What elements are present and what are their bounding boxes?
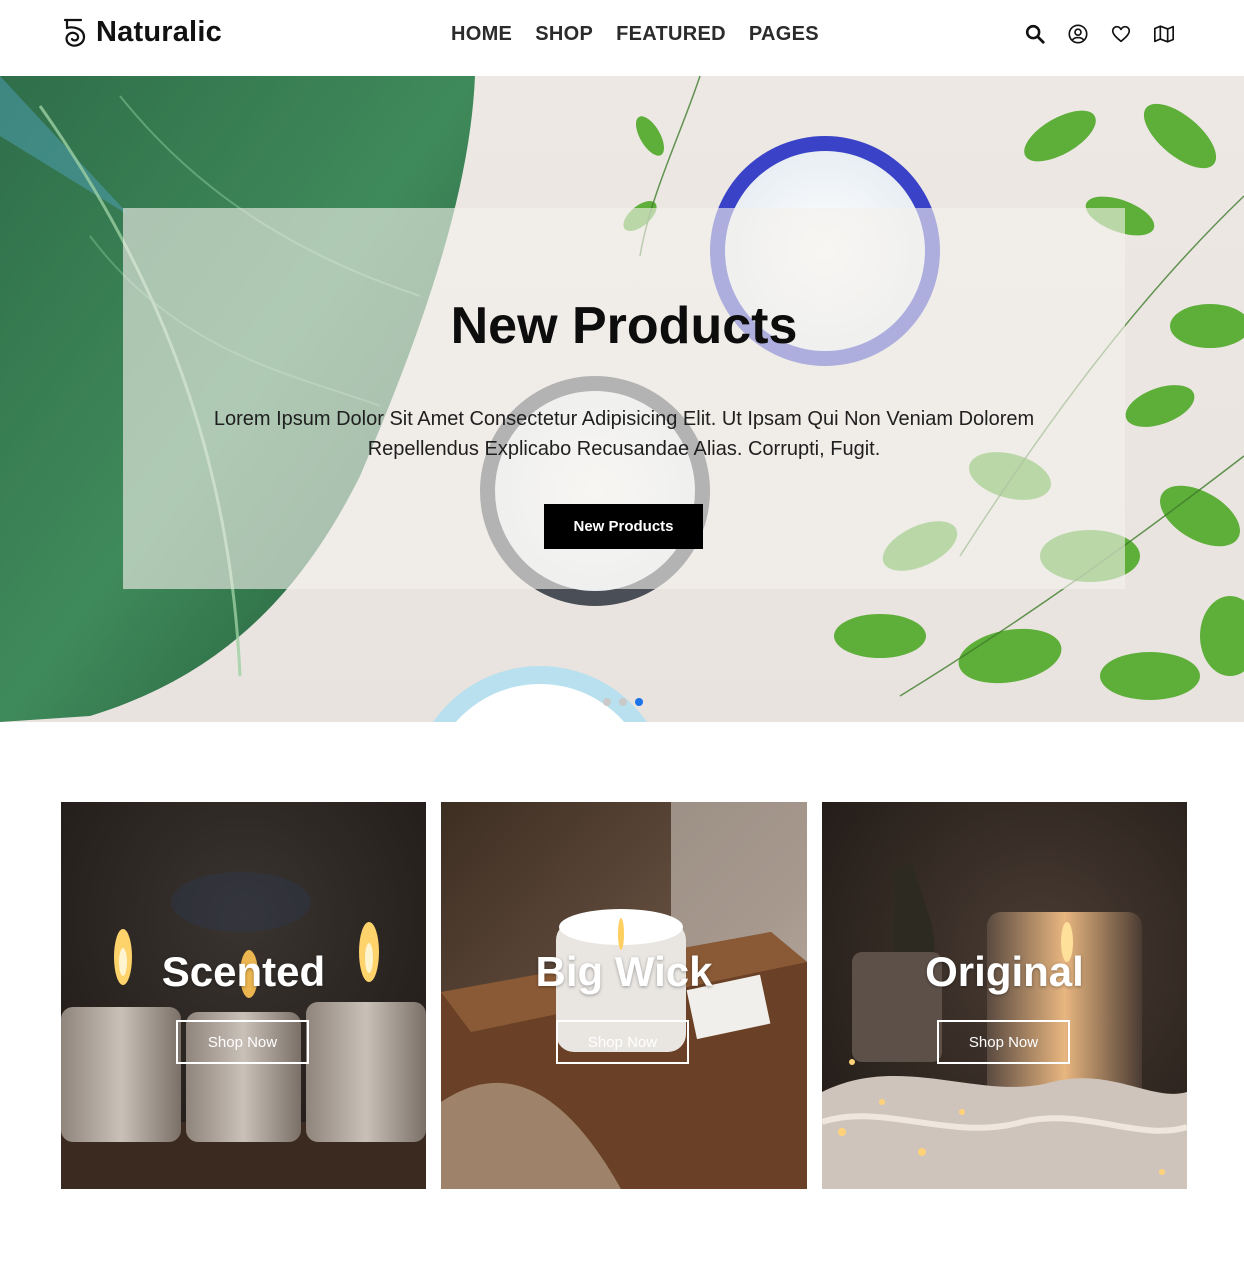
account-button[interactable] — [1067, 22, 1089, 46]
category-title-scented: Scented — [161, 948, 326, 995]
spiral-five-icon — [63, 18, 86, 47]
site-header: Naturalic HOME SHOP FEATURED PAGES — [0, 0, 1244, 76]
nav-item-pages[interactable]: PAGES — [749, 23, 819, 46]
shop-now-button-original[interactable]: Shop Now — [937, 1020, 1070, 1064]
user-icon — [1068, 24, 1088, 44]
hero-description: Lorem Ipsum Dolor Sit Amet Consectetur A… — [213, 408, 1035, 460]
nav-item-home[interactable]: HOME — [451, 23, 512, 46]
shop-now-button-big-wick[interactable]: Shop Now — [556, 1020, 689, 1064]
nav-item-shop[interactable]: SHOP — [535, 23, 593, 46]
wishlist-button[interactable] — [1110, 22, 1132, 46]
shop-now-button-scented[interactable]: Shop Now — [176, 1020, 309, 1064]
store-locator-button[interactable] — [1153, 22, 1175, 46]
slider-pagination — [603, 698, 643, 706]
slider-dot-3[interactable] — [635, 698, 643, 706]
category-card-original[interactable]: Original Shop Now — [822, 802, 1187, 1189]
search-button[interactable] — [1024, 22, 1046, 46]
header-actions — [1024, 22, 1175, 46]
category-card-big-wick[interactable]: Big Wick Shop Now — [441, 802, 807, 1189]
map-icon — [1154, 25, 1174, 43]
search-icon — [1025, 24, 1045, 44]
new-products-button[interactable]: New Products — [544, 504, 703, 549]
brand-name: Naturalic — [96, 16, 222, 48]
brand-logo[interactable]: Naturalic — [60, 16, 222, 49]
main-nav: HOME SHOP FEATURED PAGES — [451, 23, 819, 46]
slider-dot-2[interactable] — [619, 698, 627, 706]
slider-dot-1[interactable] — [603, 698, 611, 706]
heart-icon — [1111, 25, 1131, 43]
hero-slider: New Products Lorem Ipsum Dolor Sit Amet … — [0, 76, 1244, 722]
category-title-big-wick: Big Wick — [535, 948, 713, 995]
nav-item-featured[interactable]: FEATURED — [616, 23, 726, 46]
category-title-original: Original — [925, 948, 1084, 995]
hero-content-panel: New Products Lorem Ipsum Dolor Sit Amet … — [123, 208, 1125, 589]
hero-title: New Products — [450, 297, 798, 355]
category-card-scented[interactable]: Scented Shop Now — [61, 802, 426, 1189]
